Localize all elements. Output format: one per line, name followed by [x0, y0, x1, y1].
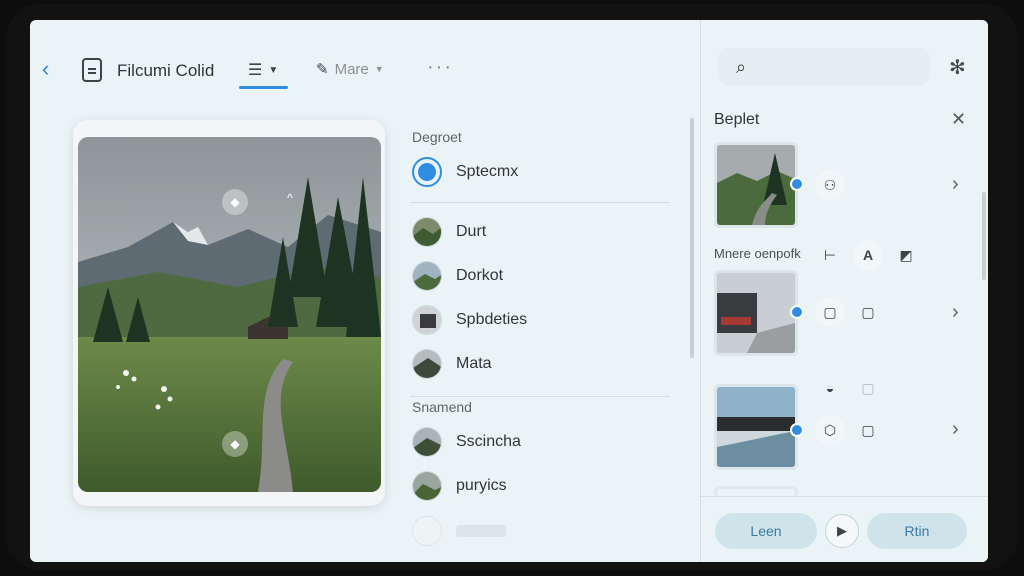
section-label-2: Snamend: [412, 399, 472, 415]
photo-marker-bottom[interactable]: ◆: [222, 431, 248, 457]
gauge-icon[interactable]: ◒: [815, 373, 845, 403]
thumb-icon: [412, 305, 442, 335]
panel-action-bar: Leen ▶ Rtin: [701, 496, 988, 562]
selection-dot: [790, 423, 804, 437]
divider: [410, 202, 670, 203]
thumb-icon: [412, 427, 442, 457]
panel-item-thumb[interactable]: [714, 384, 798, 470]
photo-marker-top[interactable]: ◆: [222, 189, 248, 215]
panel-item-thumb[interactable]: [714, 270, 798, 356]
thumb-placeholder: [412, 516, 442, 546]
app-screen: ▼ ◢ ◢ PX ▮ ‹ Filcumi Colid ☰ ▼ ✎ Mare ▼ …: [30, 20, 988, 562]
chevron-right-icon[interactable]: ›: [952, 301, 959, 324]
people-icon[interactable]: ⚇: [815, 170, 845, 200]
settings-icon[interactable]: ✻: [949, 55, 966, 80]
thumb-icon: [412, 471, 442, 501]
document-icon[interactable]: [82, 58, 102, 82]
section-label-1: Degroet: [412, 129, 462, 145]
chevron-down-icon: ▼: [268, 64, 279, 76]
camera-icon[interactable]: ⬡: [815, 415, 845, 445]
thumb-icon: [412, 349, 442, 379]
chevron-right-icon[interactable]: ›: [952, 418, 959, 441]
text-icon[interactable]: A: [853, 240, 883, 270]
option-durt[interactable]: Durt: [412, 214, 486, 250]
option-label: Sscincha: [456, 433, 521, 450]
more-menu-button[interactable]: ✎ Mare ▼: [316, 60, 384, 79]
device-frame: ▼ ◢ ◢ PX ▮ ‹ Filcumi Colid ☰ ▼ ✎ Mare ▼ …: [6, 4, 1018, 570]
option-placeholder[interactable]: [412, 513, 506, 549]
left-action-button[interactable]: Leen: [715, 513, 817, 549]
list-scrollbar[interactable]: [690, 118, 694, 358]
selection-dot: [790, 305, 804, 319]
option-label: Spbdeties: [456, 311, 528, 328]
option-label: Sptecmx: [456, 163, 519, 180]
photo-marker-up[interactable]: ^: [277, 185, 303, 211]
search-input[interactable]: ⌕: [718, 48, 930, 86]
play-icon: ▶: [837, 523, 847, 538]
active-tab-indicator: [239, 86, 288, 89]
option-sscincha[interactable]: Sscincha: [412, 424, 521, 460]
chevron-down-icon: ▼: [374, 64, 384, 74]
panel-subheading: Mnere oenpofk: [714, 246, 801, 261]
toolbar: ‹ Filcumi Colid ☰ ▼ ✎ Mare ▼ ···: [30, 42, 700, 98]
back-button[interactable]: ‹: [42, 56, 49, 82]
overflow-menu-button[interactable]: ···: [427, 56, 453, 79]
hierarchy-icon[interactable]: ⊢: [815, 240, 845, 270]
doc-icon[interactable]: ▢: [815, 297, 845, 327]
square-icon[interactable]: ▢: [853, 373, 883, 403]
chevron-left-icon: ‹: [42, 56, 50, 81]
divider: [410, 396, 670, 397]
option-label: Mata: [456, 355, 492, 372]
photo-card: ◆ ^ ◆: [73, 120, 385, 506]
option-label: Dorkot: [456, 267, 504, 284]
option-label: puryics: [456, 477, 507, 494]
page-title: Filcumi Colid: [117, 61, 215, 80]
edit-icon: ✎: [316, 61, 329, 78]
option-sptecmx[interactable]: Sptecmx: [412, 154, 518, 190]
search-icon: ⌕: [736, 56, 747, 77]
play-button[interactable]: ▶: [825, 514, 859, 548]
square-icon[interactable]: ▢: [853, 297, 883, 327]
option-label: Durt: [456, 223, 487, 240]
option-dorkot[interactable]: Dorkot: [412, 258, 503, 294]
chevron-right-icon[interactable]: ›: [952, 173, 959, 196]
panel-title: Beplet: [714, 111, 760, 128]
more-label: Mare: [334, 60, 369, 78]
right-panel: ⌕ ✻ Beplet ✕ ⚇ › Mnere oenpofk ⊢ A ◩ ▢ ▢…: [700, 20, 988, 562]
option-spbdeties[interactable]: Spbdeties: [412, 302, 527, 338]
chat-icon[interactable]: ◩: [891, 240, 921, 270]
panel-item-thumb[interactable]: [714, 142, 798, 228]
right-action-button[interactable]: Rtin: [867, 513, 967, 549]
list-view-button[interactable]: ☰ ▼: [248, 60, 278, 80]
option-puryics[interactable]: puryics: [412, 468, 507, 504]
option-mata[interactable]: Mata: [412, 346, 492, 382]
thumb-icon: [412, 217, 442, 247]
radio-selected-icon: [412, 157, 442, 187]
close-icon[interactable]: ✕: [951, 109, 966, 130]
panel-scrollbar[interactable]: [982, 192, 986, 280]
doc-icon[interactable]: ▢: [853, 415, 883, 445]
landscape-photo[interactable]: ◆ ^ ◆: [78, 137, 381, 492]
thumb-icon: [412, 261, 442, 291]
list-icon: ☰: [248, 62, 263, 79]
selection-dot: [790, 177, 804, 191]
placeholder-bar: [456, 525, 506, 537]
